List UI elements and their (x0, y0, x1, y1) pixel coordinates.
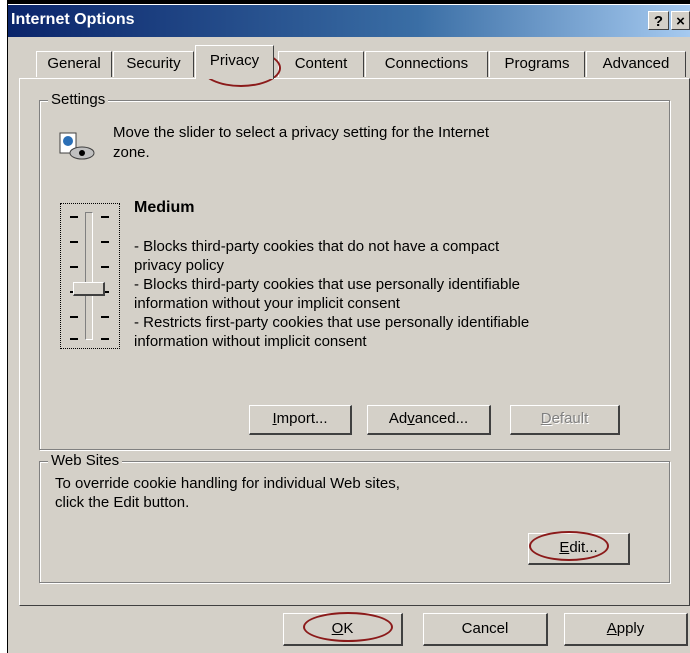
default-button[interactable]: Default (510, 405, 620, 435)
advanced-button[interactable]: Advanced... (367, 405, 491, 435)
tab-label: Programs (504, 55, 570, 72)
help-button[interactable]: ? (648, 11, 669, 30)
tab-connections[interactable]: Connections (365, 51, 488, 77)
slider-tick (101, 241, 109, 243)
ok-button[interactable]: OK (283, 613, 403, 646)
description-line: information without implicit consent (134, 333, 367, 350)
slider-tick (101, 338, 109, 340)
button-label: pply (616, 620, 645, 637)
instruction-line: Move the slider to select a privacy sett… (113, 124, 490, 141)
settings-group: Settings Move the slider to select a pri… (39, 91, 670, 450)
slider-tick (70, 316, 78, 318)
tab-label: Privacy (209, 52, 260, 69)
apply-button[interactable]: Apply (564, 613, 688, 646)
privacy-level-description: - Blocks third-party cookies that do not… (134, 237, 529, 351)
button-label: Cancel (461, 620, 509, 637)
tab-label: Content (294, 55, 348, 72)
description-line: - Blocks third-party cookies that do not… (134, 238, 500, 255)
tab-content[interactable]: Content (278, 51, 364, 77)
privacy-level-title: Medium (134, 199, 195, 216)
button-label: Ad (388, 410, 408, 427)
privacy-zone-icon (59, 132, 95, 160)
instruction-line: To override cookie handling for individu… (55, 475, 400, 492)
button-label: anced... (414, 410, 469, 427)
web-sites-instruction: To override cookie handling for individu… (55, 474, 400, 512)
web-sites-group-label: Web Sites (48, 452, 123, 469)
button-label: mport... (276, 410, 328, 427)
edit-button[interactable]: Edit... (528, 533, 630, 565)
privacy-slider[interactable] (60, 203, 120, 349)
description-line: - Restricts first-party cookies that use… (134, 314, 530, 331)
left-border (0, 0, 8, 653)
cancel-button[interactable]: Cancel (423, 613, 548, 646)
tab-advanced[interactable]: Advanced (586, 51, 686, 77)
button-accelerator: A (606, 620, 617, 637)
tab-security[interactable]: Security (113, 51, 194, 77)
slider-tick (70, 216, 78, 218)
tab-programs[interactable]: Programs (489, 51, 585, 77)
slider-tick (101, 216, 109, 218)
slider-tick (101, 316, 109, 318)
description-line: - Blocks third-party cookies that use pe… (134, 276, 521, 293)
screenshot-frame: Internet Options ? × General Security Pr… (0, 0, 690, 653)
top-rule (0, 0, 690, 4)
close-button[interactable]: × (671, 11, 690, 30)
tab-label: Connections (384, 55, 469, 72)
settings-instruction: Move the slider to select a privacy sett… (113, 123, 489, 163)
description-line: privacy policy (134, 257, 225, 274)
button-accelerator: E (559, 539, 570, 556)
internet-options-dialog: Internet Options ? × General Security Pr… (8, 5, 690, 653)
slider-tick (70, 266, 78, 268)
button-label: dit... (569, 539, 598, 556)
tab-general[interactable]: General (36, 51, 112, 77)
title-bar[interactable]: Internet Options ? × (8, 5, 690, 37)
slider-thumb[interactable] (73, 282, 105, 296)
tab-label: Security (126, 55, 181, 72)
settings-group-label: Settings (48, 91, 109, 108)
description-line: information without your implicit consen… (134, 295, 400, 312)
button-accelerator: v (407, 410, 415, 427)
import-button[interactable]: Import... (249, 405, 352, 435)
instruction-line: zone. (113, 144, 150, 161)
privacy-panel: Settings Move the slider to select a pri… (19, 78, 690, 606)
tab-label: General (47, 55, 101, 72)
button-label: K (343, 620, 354, 637)
window-title: Internet Options (11, 11, 135, 28)
instruction-line: click the Edit button. (55, 494, 190, 511)
slider-tick (101, 266, 109, 268)
tab-privacy[interactable]: Privacy (195, 45, 274, 79)
button-accelerator: D (540, 410, 552, 427)
slider-tick (70, 338, 78, 340)
web-sites-group: Web Sites To override cookie handling fo… (39, 452, 670, 583)
button-label: efault (551, 410, 589, 427)
slider-track (85, 212, 93, 340)
slider-tick (70, 241, 78, 243)
tab-label: Advanced (602, 55, 670, 72)
button-accelerator: O (331, 620, 344, 637)
